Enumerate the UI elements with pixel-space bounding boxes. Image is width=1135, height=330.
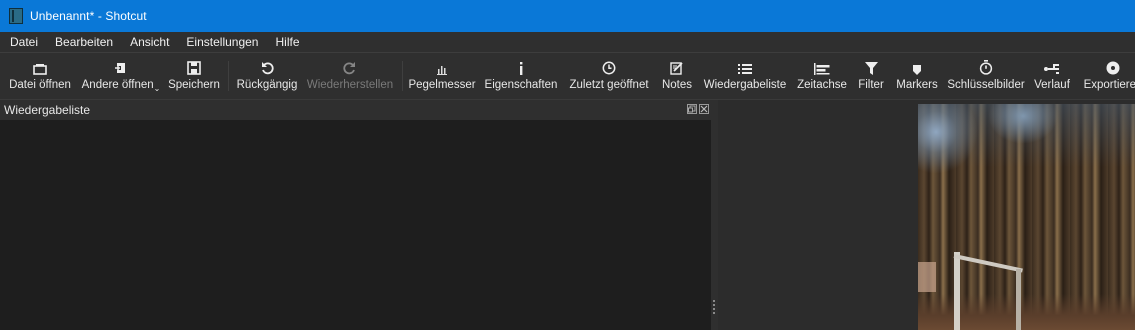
open-file-icon — [33, 64, 47, 75]
splitter-grip-icon[interactable] — [713, 300, 715, 316]
open-file-button[interactable]: Datei öffnen — [6, 53, 74, 99]
redo-button[interactable]: Wiederherstellen — [305, 53, 395, 99]
open-other-icon — [115, 63, 125, 73]
undo-label: Rückgängig — [236, 79, 298, 91]
menu-datei[interactable]: Datei — [0, 35, 45, 49]
timeline-icon — [814, 63, 830, 75]
timeline-label: Zeitachse — [797, 79, 847, 91]
menu-einstellungen[interactable]: Einstellungen — [176, 35, 265, 49]
redo-icon — [343, 62, 355, 75]
info-icon — [520, 62, 523, 75]
export-label: Exportieren — [1083, 79, 1135, 91]
properties-label: Eigenschaften — [484, 79, 558, 91]
keyframes-label: Schlüsselbilder — [947, 79, 1025, 91]
notes-icon — [670, 62, 683, 75]
float-panel-icon[interactable] — [687, 104, 697, 114]
title-bar: Unbenannt* - Shotcut — [0, 0, 1135, 32]
save-button[interactable]: Speichern — [165, 53, 223, 99]
undo-button[interactable]: Rückgängig — [235, 53, 299, 99]
undo-icon — [262, 62, 274, 75]
menu-bar: Datei Bearbeiten Ansicht Einstellungen H… — [0, 32, 1135, 52]
timeline-button[interactable]: Zeitachse — [795, 53, 849, 99]
playlist-panel-title: Wiedergabeliste — [4, 103, 91, 117]
shotcut-app-icon — [9, 8, 23, 24]
export-button[interactable]: Exportieren — [1080, 53, 1135, 99]
export-icon — [1106, 61, 1120, 75]
panel-splitter[interactable] — [711, 100, 718, 330]
menu-ansicht[interactable]: Ansicht — [120, 35, 176, 49]
markers-label: Markers — [896, 79, 938, 91]
main-toolbar: Datei öffnen Andere öffnen⌄ Speichern Rü… — [0, 53, 1135, 99]
playlist-label: Wiedergabeliste — [703, 79, 787, 91]
redo-label: Wiederherstellen — [306, 79, 394, 91]
open-other-button[interactable]: Andere öffnen⌄ — [82, 53, 160, 99]
stopwatch-icon — [979, 60, 993, 75]
peak-meter-icon — [437, 66, 447, 75]
peak-meter-label: Pegelmesser — [408, 79, 476, 91]
notes-button[interactable]: Notes — [659, 53, 695, 99]
peak-meter-button[interactable]: Pegelmesser — [408, 53, 476, 99]
menu-bearbeiten[interactable]: Bearbeiten — [45, 35, 120, 49]
save-icon — [187, 61, 201, 75]
toolbar-separator — [228, 61, 229, 91]
playlist-panel-header: Wiedergabeliste — [0, 100, 711, 120]
history-button[interactable]: Verlauf — [1030, 53, 1074, 99]
dropdown-arrow-icon: ⌄ — [153, 84, 161, 93]
recent-label: Zuletzt geöffnet — [569, 79, 649, 91]
markers-button[interactable]: Markers — [895, 53, 939, 99]
keyframes-button[interactable]: Schlüsselbilder — [947, 53, 1025, 99]
filter-button[interactable]: Filter — [855, 53, 887, 99]
save-label: Speichern — [168, 79, 220, 91]
playlist-list-area[interactable] — [0, 120, 711, 330]
playlist-button[interactable]: Wiedergabeliste — [702, 53, 788, 99]
notes-label: Notes — [661, 79, 693, 91]
filter-icon — [864, 62, 878, 75]
video-preview-frame — [918, 104, 1135, 330]
marker-icon — [913, 65, 921, 75]
filter-label: Filter — [858, 79, 884, 91]
list-icon — [738, 64, 752, 74]
properties-button[interactable]: Eigenschaften — [483, 53, 559, 99]
close-panel-icon[interactable] — [699, 104, 709, 114]
window-title: Unbenannt* - Shotcut — [30, 9, 147, 23]
recent-button[interactable]: Zuletzt geöffnet — [566, 53, 652, 99]
clock-icon — [602, 61, 616, 75]
open-file-label: Datei öffnen — [9, 79, 71, 91]
history-icon — [1044, 64, 1059, 74]
open-other-label: Andere öffnen — [81, 79, 154, 91]
history-label: Verlauf — [1034, 79, 1070, 91]
toolbar-separator — [402, 61, 403, 91]
menu-hilfe[interactable]: Hilfe — [265, 35, 306, 49]
